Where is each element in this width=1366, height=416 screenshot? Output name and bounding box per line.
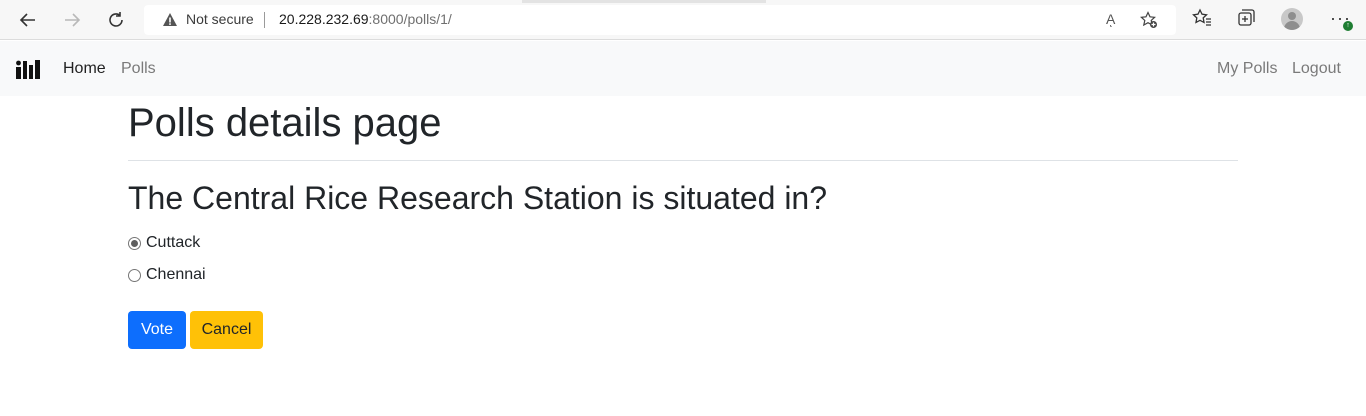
- security-label[interactable]: Not secure: [186, 11, 254, 27]
- choice-label-chennai: Chennai: [146, 266, 206, 283]
- collections-icon[interactable]: [1235, 7, 1257, 29]
- nav-my-polls-link[interactable]: My Polls: [1217, 60, 1277, 78]
- page-title: Polls details page: [128, 101, 442, 145]
- nav-home-link[interactable]: Home: [63, 60, 106, 78]
- choice-radio-cuttack[interactable]: [128, 236, 141, 250]
- forward-button[interactable]: [57, 5, 87, 35]
- back-button[interactable]: [13, 5, 43, 35]
- refresh-button[interactable]: [101, 5, 131, 35]
- url-path: :8000/polls/1/: [368, 11, 452, 27]
- url-host: 20.228.232.69: [279, 11, 369, 27]
- refresh-icon: [109, 12, 123, 27]
- profile-icon[interactable]: [1281, 8, 1303, 30]
- choice-option-chennai[interactable]: Chennai: [128, 266, 206, 284]
- choice-radio-chennai[interactable]: [128, 268, 141, 282]
- vote-button[interactable]: Vote: [128, 311, 186, 349]
- favorites-icon[interactable]: [1191, 7, 1213, 29]
- address-divider: [264, 12, 265, 28]
- add-favorite-icon[interactable]: [1140, 11, 1158, 29]
- tab-edge: [522, 0, 766, 3]
- read-aloud-icon[interactable]: Aͅ: [1106, 11, 1115, 27]
- browser-toolbar: Not secure 20.228.232.69:8000/polls/1/ A…: [0, 0, 1366, 40]
- profile-head: [1288, 12, 1296, 20]
- address-bar[interactable]: Not secure 20.228.232.69:8000/polls/1/ A…: [144, 5, 1176, 35]
- choice-option-cuttack[interactable]: Cuttack: [128, 234, 200, 252]
- profile-body: [1284, 21, 1300, 30]
- nav-polls-link[interactable]: Polls: [121, 60, 156, 78]
- warning-icon: [163, 13, 177, 26]
- nav-logout-link[interactable]: Logout: [1292, 60, 1341, 78]
- update-badge: ↑: [1343, 21, 1353, 31]
- forward-arrow-icon: [65, 13, 81, 27]
- poll-question: The Central Rice Research Station is sit…: [128, 180, 828, 216]
- back-arrow-icon: [19, 13, 35, 27]
- cancel-button[interactable]: Cancel: [190, 311, 263, 349]
- title-divider: [128, 160, 1238, 161]
- choice-label-cuttack: Cuttack: [146, 234, 201, 251]
- site-navbar: Home Polls My Polls Logout: [0, 41, 1366, 96]
- brand-logo-icon[interactable]: [15, 58, 41, 80]
- url-text[interactable]: 20.228.232.69:8000/polls/1/: [279, 11, 452, 27]
